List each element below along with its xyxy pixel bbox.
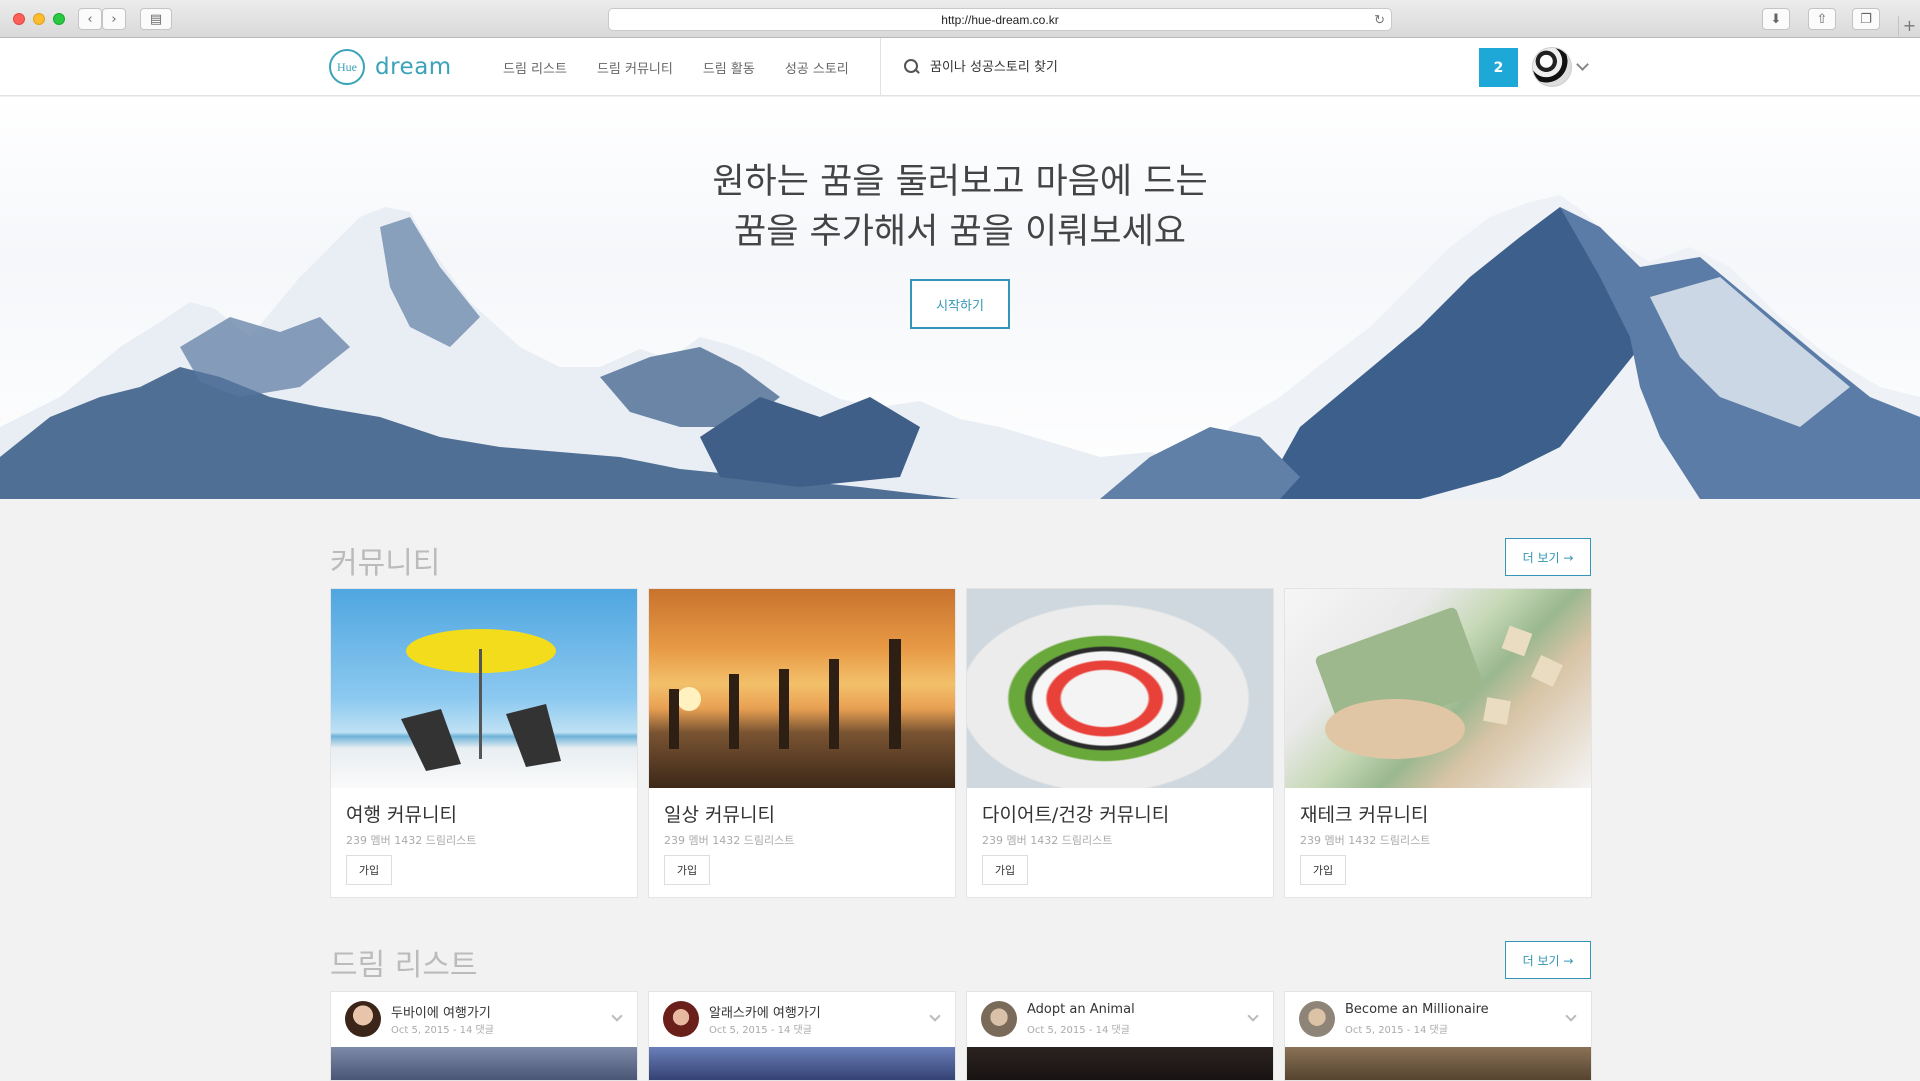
hero-heading: 원하는 꿈을 둘러보고 마음에 드는 꿈을 추가해서 꿈을 이뤄보세요 (0, 157, 1920, 257)
dream-meta: Oct 5, 2015 - 14 댓글 (1345, 1025, 1448, 1036)
community-card[interactable]: 일상 커뮤니티 239 멤버 1432 드림리스트 가입 (648, 588, 956, 898)
dream-meta: Oct 5, 2015 - 14 댓글 (391, 1025, 494, 1036)
reload-icon[interactable]: ↻ (1374, 12, 1385, 28)
card-title: 재테크 커뮤니티 (1300, 804, 1429, 826)
url-text: http://hue-dream.co.kr (941, 12, 1059, 27)
share-button[interactable]: ⇧ (1808, 8, 1836, 30)
site-logo[interactable]: Hue dream (329, 49, 452, 85)
chevron-down-icon[interactable] (929, 1010, 941, 1022)
avatar (345, 1001, 381, 1037)
forward-button[interactable]: › (102, 8, 126, 30)
community-card[interactable]: 재테크 커뮤니티 239 멤버 1432 드림리스트 가입 (1284, 588, 1592, 898)
dream-card[interactable]: Adopt an Animal Oct 5, 2015 - 14 댓글 (966, 991, 1274, 1081)
logo-text: dream (375, 54, 452, 80)
header-divider (880, 38, 881, 96)
community-more-button[interactable]: 더 보기 → (1505, 538, 1591, 576)
avatar (663, 1001, 699, 1037)
card-meta: 239 멤버 1432 드림리스트 (664, 834, 795, 847)
sidebar-toggle-button[interactable]: ▤ (140, 8, 172, 30)
avatar (1299, 1001, 1335, 1037)
chevron-down-icon[interactable] (1565, 1010, 1577, 1022)
card-meta: 239 멤버 1432 드림리스트 (982, 834, 1113, 847)
join-button[interactable]: 가입 (1300, 855, 1346, 885)
chevron-down-icon[interactable] (611, 1010, 623, 1022)
join-button[interactable]: 가입 (346, 855, 392, 885)
download-icon: ⬇ (1770, 11, 1782, 27)
nav-dream-list[interactable]: 드림 리스트 (503, 58, 567, 77)
hero-line-1: 원하는 꿈을 둘러보고 마음에 드는 (712, 162, 1208, 202)
sidebar-icon: ▤ (149, 11, 163, 27)
nav-dream-community[interactable]: 드림 커뮤니티 (597, 58, 673, 77)
join-button[interactable]: 가입 (664, 855, 710, 885)
money-in-hand-image (1285, 589, 1591, 788)
nav-success-story[interactable]: 성공 스토리 (785, 58, 849, 77)
browser-toolbar: ‹ › ▤ http://hue-dream.co.kr ↻ ⬇ ⇧ ❐ + (0, 0, 1920, 38)
greek-salad-image (967, 589, 1273, 788)
dream-card[interactable]: 두바이에 여행가기 Oct 5, 2015 - 14 댓글 (330, 991, 638, 1081)
millionaire-image (1285, 1047, 1591, 1080)
chevron-left-icon: ‹ (87, 11, 93, 27)
dreamlist-card-list: 두바이에 여행가기 Oct 5, 2015 - 14 댓글 알래스카에 여행가기… (330, 991, 1592, 1081)
community-card[interactable]: 여행 커뮤니티 239 멤버 1432 드림리스트 가입 (330, 588, 638, 898)
downloads-button[interactable]: ⬇ (1762, 8, 1790, 30)
hero-line-2: 꿈을 추가해서 꿈을 이뤄보세요 (734, 212, 1186, 252)
hero-banner: 원하는 꿈을 둘러보고 마음에 드는 꿈을 추가해서 꿈을 이뤄보세요 시작하기 (0, 97, 1920, 499)
card-title: 다이어트/건강 커뮤니티 (982, 804, 1170, 826)
join-button[interactable]: 가입 (982, 855, 1028, 885)
dream-meta: Oct 5, 2015 - 14 댓글 (1027, 1025, 1130, 1036)
card-meta: 239 멤버 1432 드림리스트 (1300, 834, 1431, 847)
dream-card[interactable]: Become an Millionaire Oct 5, 2015 - 14 댓… (1284, 991, 1592, 1081)
dream-meta: Oct 5, 2015 - 14 댓글 (709, 1025, 812, 1036)
search-box (904, 54, 1290, 80)
main-nav: 드림 리스트 드림 커뮤니티 드림 활동 성공 스토리 (503, 38, 879, 96)
site-header: Hue dream 드림 리스트 드림 커뮤니티 드림 활동 성공 스토리 2 (0, 38, 1920, 96)
dream-title: 알래스카에 여행가기 (709, 1006, 821, 1021)
community-section-title: 커뮤니티 (330, 546, 441, 581)
user-avatar[interactable] (1532, 47, 1572, 87)
get-started-button[interactable]: 시작하기 (910, 279, 1010, 329)
beach-yoga-sunset-image (649, 589, 955, 788)
card-meta: 239 멤버 1432 드림리스트 (346, 834, 477, 847)
search-input[interactable] (930, 59, 1290, 75)
card-title: 일상 커뮤니티 (664, 804, 775, 826)
dream-title: Become an Millionaire (1345, 1002, 1489, 1017)
community-card[interactable]: 다이어트/건강 커뮤니티 239 멤버 1432 드림리스트 가입 (966, 588, 1274, 898)
tabs-icon: ❐ (1860, 11, 1872, 27)
share-icon: ⇧ (1816, 11, 1828, 27)
dream-title: 두바이에 여행가기 (391, 1006, 491, 1021)
back-button[interactable]: ‹ (78, 8, 102, 30)
chevron-down-icon[interactable] (1247, 1010, 1259, 1022)
avatar (981, 1001, 1017, 1037)
close-window-button[interactable] (13, 13, 25, 25)
animal-image (967, 1047, 1273, 1080)
beach-umbrella-image (331, 589, 637, 788)
minimize-window-button[interactable] (33, 13, 45, 25)
dreamlist-more-button[interactable]: 더 보기 → (1505, 941, 1591, 979)
dream-card[interactable]: 알래스카에 여행가기 Oct 5, 2015 - 14 댓글 (648, 991, 956, 1081)
nav-dream-activity[interactable]: 드림 활동 (703, 58, 755, 77)
search-icon (904, 59, 920, 75)
tabs-overview-button[interactable]: ❐ (1852, 8, 1880, 30)
chevron-down-icon[interactable] (1576, 58, 1589, 71)
logo-mark: Hue (329, 49, 365, 85)
dreamlist-section-title: 드림 리스트 (330, 948, 478, 983)
card-title: 여행 커뮤니티 (346, 804, 457, 826)
community-card-list: 여행 커뮤니티 239 멤버 1432 드림리스트 가입 일상 커뮤니티 239… (330, 588, 1592, 898)
dream-title: Adopt an Animal (1027, 1002, 1135, 1017)
dubai-image (331, 1047, 637, 1080)
alaska-image (649, 1047, 955, 1080)
new-tab-button[interactable]: + (1898, 16, 1920, 38)
notification-badge[interactable]: 2 (1479, 48, 1518, 87)
chevron-right-icon: › (111, 11, 117, 27)
address-bar[interactable]: http://hue-dream.co.kr ↻ (608, 8, 1392, 31)
zoom-window-button[interactable] (53, 13, 65, 25)
